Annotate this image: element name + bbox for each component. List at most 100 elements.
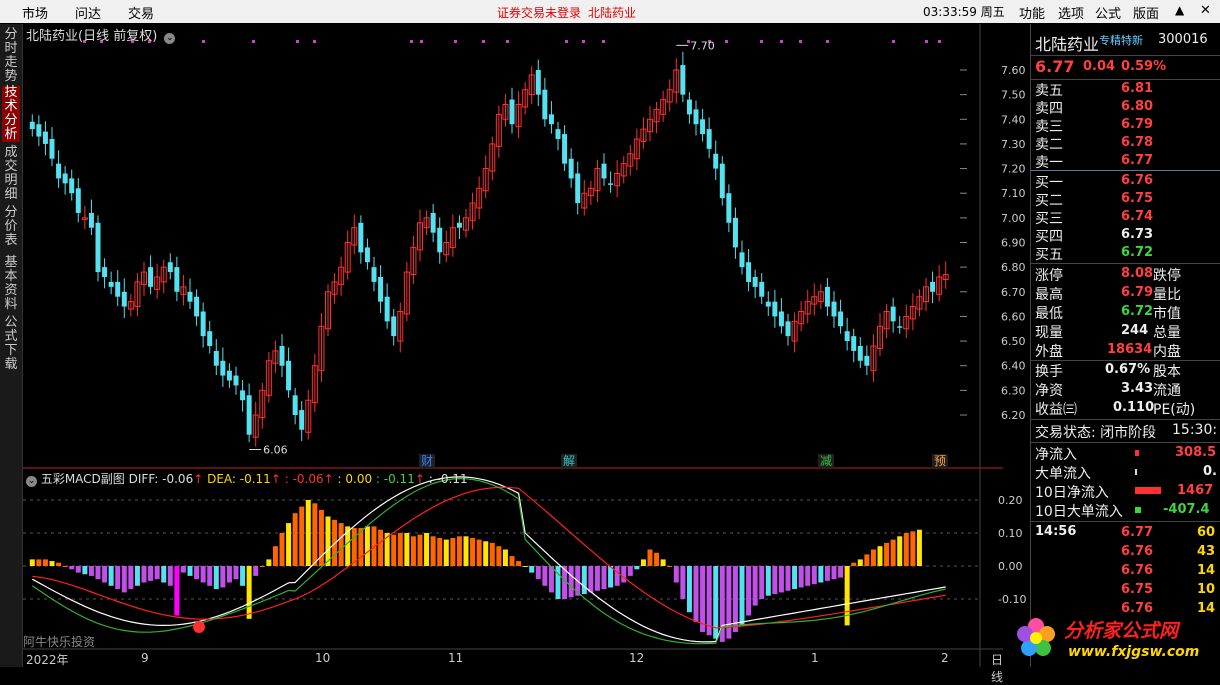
ask-price[interactable]: 6.79 [1121,117,1153,132]
flow-bar [1135,450,1139,456]
candle-body [226,370,232,381]
tab-formula-download[interactable]: 公式下载 [2,316,20,372]
stat-right-label: 市值 [1153,306,1181,322]
menu-wenda[interactable]: 问达 [75,3,101,22]
macd-bar [397,533,403,566]
candle-body [358,222,364,253]
marker-dot [565,40,568,43]
stock-tag: 专精特新 [1099,34,1143,47]
macd-title-bar: ⌄ 五彩MACD副图 DIFF: -0.06↑ DEA: -0.11↑ : -0… [26,470,468,487]
candle-body [752,277,758,287]
candle-body [56,163,62,179]
author-watermark: 阿牛快乐投资 [23,634,95,649]
macd-bar [108,566,114,586]
price-pct: 0.59% [1121,59,1167,74]
candle-body [384,296,390,322]
macd-bar [75,566,81,573]
ask-price[interactable]: 6.78 [1121,135,1153,150]
bid-price[interactable]: 6.73 [1121,227,1153,242]
kline-svg[interactable]: 7.60 7.50 7.40 7.30 7.20 7.10 7.00 6.90 6.80 6.70… [23,24,1026,667]
candle-body [246,395,252,435]
candle-body [187,291,193,302]
bid-price[interactable]: 6.74 [1121,209,1153,224]
event-marker: 预 [934,454,946,468]
tab-deals[interactable]: 成交明细 [2,146,20,202]
price-tick-label: 7.10 [1001,187,1026,200]
marker-dot [482,40,485,43]
candle-body [739,252,745,268]
ask-price[interactable]: 6.77 [1121,153,1153,168]
menu-market[interactable]: 市场 [22,3,48,22]
candle-body [102,267,108,277]
candle-body [75,188,81,213]
menu-func[interactable]: 功能 [1019,3,1045,22]
stat-right-label: 股本 [1153,364,1181,380]
macd-bar [82,566,88,575]
marker-dot [892,40,895,43]
ask-price[interactable]: 6.80 [1121,99,1153,114]
macd-bar [516,561,522,566]
macd-bar [548,566,554,593]
macd-bar [115,566,121,590]
candle-body [200,311,206,337]
stat-value: 244 [1121,323,1149,338]
macd-tick-label: 0.10 [998,527,1023,540]
macd-bar [627,566,633,576]
macd-bar [686,566,692,613]
macd-bar [233,566,239,580]
macd-bar [660,559,666,566]
macd-bar [272,546,278,566]
candle-body [364,247,370,263]
tab-timeshare[interactable]: 分时走势 [2,28,20,84]
dea-line [32,486,946,629]
stock-alert[interactable]: 北陆药业 [588,4,636,21]
macd-bar [824,566,830,581]
bid-price[interactable]: 6.76 [1121,173,1153,188]
stat-label: 最高 [1035,287,1063,303]
macd-bar [555,566,561,599]
tab-price-table[interactable]: 分价表 [2,206,20,248]
macd-tick-label: 0.00 [998,560,1023,573]
macd-bar [535,566,541,580]
menu-options[interactable]: 选项 [1058,3,1084,22]
flow-label: 大单流入 [1035,466,1091,482]
price-tick-label: 6.20 [1001,409,1026,422]
menu-trade[interactable]: 交易 [128,3,154,22]
chevron-down-icon[interactable]: ⌄ [26,476,37,487]
period-label[interactable]: 日线 [991,651,1003,685]
price-tick-label: 7.40 [1001,113,1026,126]
macd-bar [844,566,850,626]
candle-body [240,390,246,401]
ask-price[interactable]: 6.81 [1121,81,1153,96]
macd-bar [259,566,265,567]
macd-bar [246,566,252,619]
macd-bar [410,536,416,566]
marker-dot [252,40,255,43]
macd-bar [700,566,706,632]
candle-body [378,277,384,302]
bid-price[interactable]: 6.75 [1121,191,1153,206]
tab-basic-info[interactable]: 基本资料 [2,256,20,312]
macd-bar [266,559,272,566]
macd-value-1: : -0.06 [284,472,324,486]
stat-value: 3.43 [1121,381,1154,396]
menu-layout[interactable]: 版面 [1133,3,1159,22]
candle-body [391,316,397,337]
tick-time: 14:56 [1035,524,1077,539]
macd-bar [200,566,206,583]
minimize-icon[interactable]: ▲ [1175,3,1184,17]
macd-bar [614,566,620,586]
stat-label: 换手 [1035,364,1063,380]
close-icon[interactable]: ✕ [1200,3,1211,18]
chart-area[interactable]: 7.60 7.50 7.40 7.30 7.20 7.10 7.00 6.90 6.80 6.70… [23,24,1026,667]
macd-bar [470,537,476,566]
macd-bar [305,500,311,566]
tab-technical[interactable]: 技术分析 [2,86,20,142]
bid-price[interactable]: 6.72 [1121,245,1153,260]
chevron-down-icon[interactable]: ⌄ [164,33,176,44]
menu-formula[interactable]: 公式 [1095,3,1121,22]
macd-value-4: : -0.11 [428,472,468,486]
macd-bar [634,566,640,570]
candle-body [851,336,857,351]
login-alert[interactable]: 证券交易未登录 [497,4,581,21]
